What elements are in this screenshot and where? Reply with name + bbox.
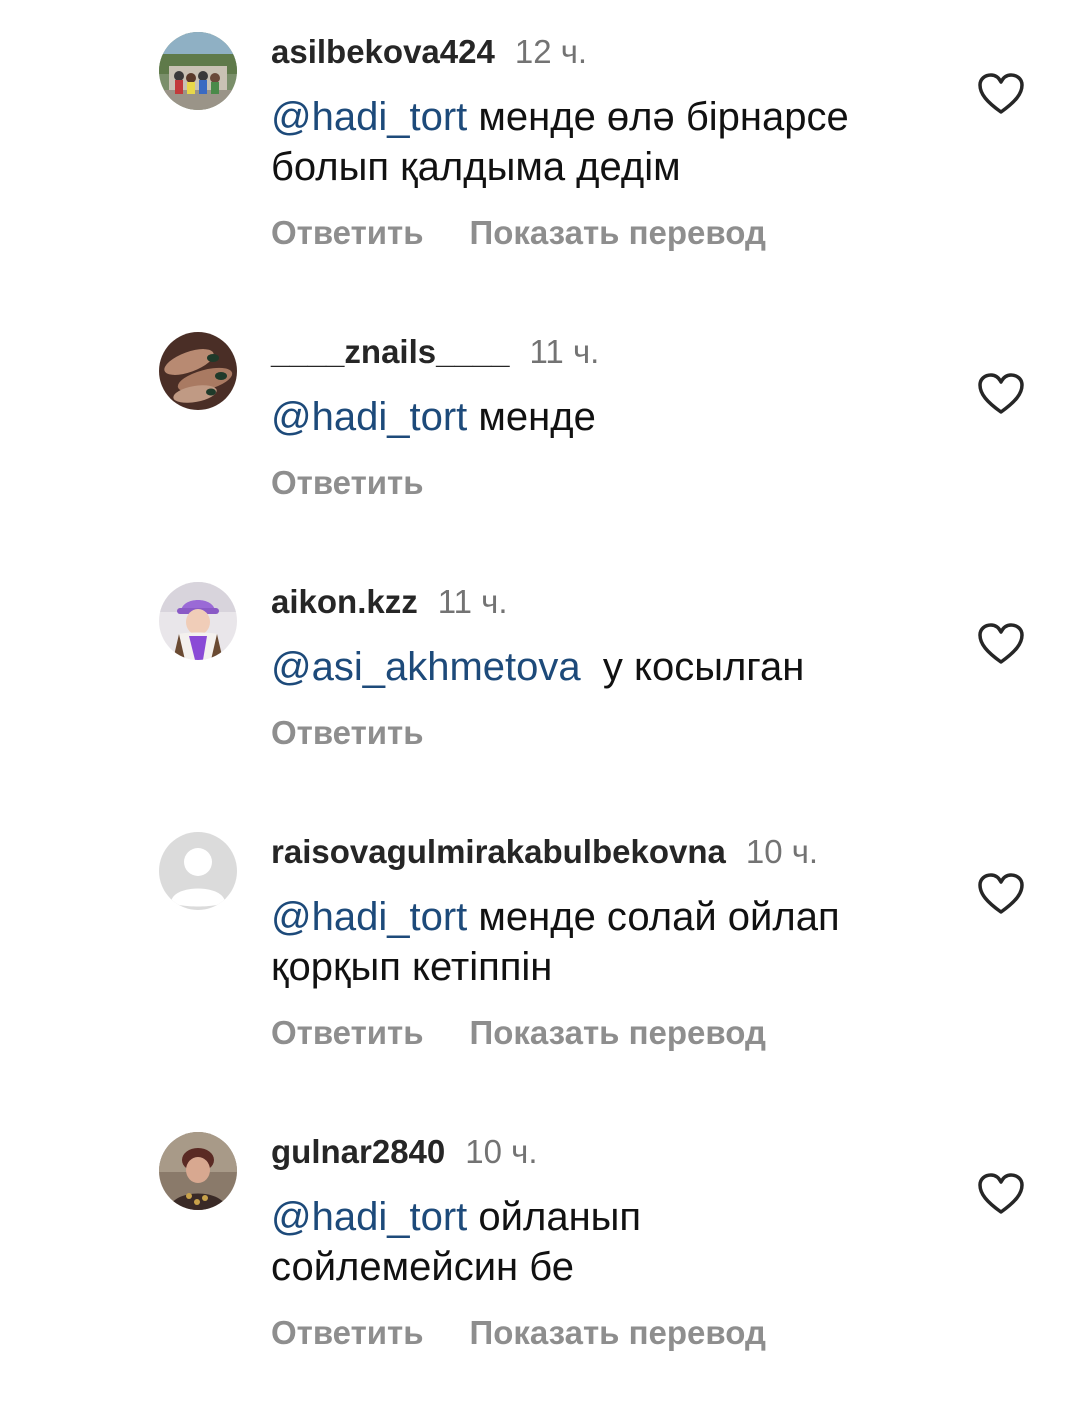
reply-button[interactable]: Ответить [271,464,424,501]
mention-link[interactable]: @hadi_tort [271,1195,467,1239]
comment-actions: Ответить Показать перевод [271,213,766,253]
comment-text: @hadi_tort менде [271,392,931,442]
avatar[interactable] [159,1132,237,1210]
username[interactable]: aikon.kzz [271,583,418,620]
username[interactable]: asilbekova424 [271,33,495,70]
timestamp: 10 ч. [465,1133,538,1170]
reply-button[interactable]: Ответить [271,214,424,251]
comment-meta: aikon.kzz 11 ч. [271,582,508,622]
heart-outline-icon[interactable] [977,1172,1025,1216]
heart-outline-icon[interactable] [977,372,1025,416]
reply-button[interactable]: Ответить [271,1014,424,1051]
heart-outline-icon[interactable] [977,872,1025,916]
mention-link[interactable]: @hadi_tort [271,95,467,139]
timestamp: 10 ч. [745,833,819,870]
comment-item: gulnar2840 10 ч. @hadi_tort ойланып сойле… [0,1132,1080,1372]
heart-outline-icon[interactable] [977,72,1025,116]
timestamp: 11 ч. [437,583,508,620]
reply-button[interactable]: Ответить [271,714,424,751]
comment-text: @hadi_tort менде өлә бірнарсе болып қалд… [271,92,931,192]
comment-body: менде [467,395,596,439]
comment-text: @hadi_tort ойланып сойлемейсин бе [271,1192,791,1292]
comment-meta: ____znails____ 11 ч. [271,332,599,372]
comment-item: raisovagulmirakabulbekovna 10 ч. @hadi_to… [0,832,1080,1072]
show-translation-button[interactable]: Показать перевод [470,1314,766,1351]
username[interactable]: ____znails____ [271,333,510,370]
default-avatar-icon[interactable] [159,832,237,910]
comment-meta: asilbekova424 12 ч. [271,32,587,72]
comment-meta: gulnar2840 10 ч. [271,1132,538,1172]
avatar[interactable] [159,32,237,110]
avatar[interactable] [159,582,237,660]
show-translation-button[interactable]: Показать перевод [470,1014,766,1051]
reply-button[interactable]: Ответить [271,1314,424,1351]
heart-outline-icon[interactable] [977,622,1025,666]
timestamp: 12 ч. [514,33,588,70]
comment-text: @hadi_tort менде солай ойлап қорқып кеті… [271,892,931,992]
timestamp: 11 ч. [529,333,600,370]
comment-item: ____znails____ 11 ч. @hadi_tort менде Отв… [0,332,1080,512]
username[interactable]: raisovagulmirakabulbekovna [271,833,726,870]
avatar[interactable] [159,332,237,410]
username[interactable]: gulnar2840 [271,1133,445,1170]
comment-meta: raisovagulmirakabulbekovna 10 ч. [271,832,818,872]
comment-actions: Ответить Показать перевод [271,1313,766,1353]
comment-actions: Ответить [271,463,424,503]
comment-actions: Ответить [271,713,424,753]
show-translation-button[interactable]: Показать перевод [470,214,766,251]
mention-link[interactable]: @asi_akhmetova [271,645,581,689]
comment-text: @asi_akhmetova у косылган [271,642,931,692]
mention-link[interactable]: @hadi_tort [271,395,467,439]
mention-link[interactable]: @hadi_tort [271,895,467,939]
comment-item: aikon.kzz 11 ч. @asi_akhmetova у косылган… [0,582,1080,762]
comment-body: у косылган [580,645,805,689]
comment-actions: Ответить Показать перевод [271,1013,766,1053]
comment-item: asilbekova424 12 ч. @hadi_tort менде өлә … [0,32,1080,272]
